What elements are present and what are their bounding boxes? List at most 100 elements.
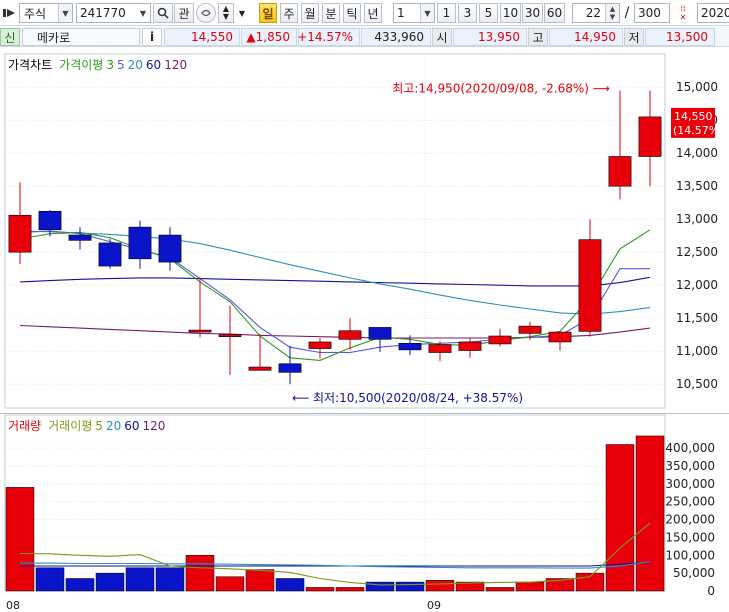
volume-bar <box>305 587 335 592</box>
volume-bar <box>245 569 275 592</box>
high-label: 고 <box>528 28 548 46</box>
vol-ma120-label: 120 <box>142 418 166 433</box>
volume-chart[interactable]: 400,000 350,000 300,000 250,000 200,000 150,0… <box>0 414 729 612</box>
price-tick-label: 10,500 <box>676 377 718 391</box>
volume-tick-label: 100,000 <box>665 548 715 562</box>
candle-body <box>308 341 332 349</box>
reset-button[interactable]: ⁞⁞ ✕ <box>673 3 693 23</box>
period-day-button[interactable]: 일 <box>259 3 277 23</box>
ma60-line <box>19 276 651 287</box>
low-annotation: ⟵ 최저:10,500(2020/08/24, +38.57%) <box>292 391 523 405</box>
price-panel[interactable]: 15,00014,50014,00013,50013,00012,50012,0… <box>0 52 729 412</box>
volume-bar <box>35 567 65 592</box>
candle-body <box>518 325 542 334</box>
trade-volume: 433,960 <box>361 28 431 46</box>
candle-body <box>128 226 152 260</box>
code-input[interactable]: 241770 ▼ <box>76 3 151 23</box>
total-input-value: 300 <box>638 6 661 20</box>
period-week-button[interactable]: 주 <box>280 3 298 23</box>
candle-body <box>188 329 212 333</box>
candle-body <box>398 342 422 351</box>
open-label: 시 <box>432 28 452 46</box>
period-label: 틱 <box>346 6 358 21</box>
unit-30-button[interactable]: 30 <box>522 3 543 23</box>
vol-ma20-line <box>20 561 651 569</box>
price-plot-frame <box>4 53 666 409</box>
info-button[interactable]: i <box>142 28 162 46</box>
candle-body <box>368 327 392 340</box>
reset-x-icon: ✕ <box>679 13 687 22</box>
volume-bar <box>515 581 545 592</box>
candle-body <box>218 334 242 337</box>
ma120-label: 120 <box>164 57 188 72</box>
vol-ma5-label: 5 <box>95 418 103 433</box>
link-icon <box>201 9 211 17</box>
arrow-right-icon[interactable] <box>2 3 18 23</box>
volume-tick-label: 150,000 <box>665 530 715 544</box>
count-separator: / <box>624 5 630 21</box>
volume-bar <box>485 587 515 592</box>
volume-ma-title: 거래이평 <box>48 419 93 433</box>
price-tick-label: 13,000 <box>676 212 718 226</box>
quote-bar: 신 메카로 i 14,550 ▲1,850 +14.57% 433,960 시 … <box>0 27 729 47</box>
link-button[interactable] <box>196 3 216 23</box>
price-tick-label: 13,500 <box>676 179 718 193</box>
candle-body <box>428 344 452 353</box>
date-input[interactable]: 2020, <box>697 3 729 23</box>
market-select-value: 주식 <box>24 6 47 21</box>
count-stepper[interactable]: ▲ ▼ <box>605 4 619 22</box>
chevron-down-icon[interactable]: ▼ <box>236 3 248 23</box>
unit-select[interactable]: 1 ▼ <box>393 3 435 23</box>
price-tick-label: 11,500 <box>676 311 718 325</box>
low-price: 13,500 <box>645 28 715 46</box>
unit-5-button[interactable]: 5 <box>479 3 498 23</box>
market-select[interactable]: 주식 ▼ <box>19 3 73 23</box>
price-chart[interactable]: 15,00014,50014,00013,50013,00012,50012,0… <box>0 52 729 412</box>
unit-label: 10 <box>502 6 519 20</box>
volume-bar <box>395 581 425 592</box>
price-tick-label: 11,000 <box>676 344 718 358</box>
unit-1-button[interactable]: 1 <box>437 3 456 23</box>
candle-body <box>608 156 632 187</box>
change-percent: +14.57% <box>297 28 360 46</box>
x-axis-label: 09 <box>427 599 441 612</box>
volume-bar <box>425 580 455 592</box>
volume-panel[interactable]: 400,000 350,000 300,000 250,000 200,000 150,0… <box>0 413 729 612</box>
open-price: 13,950 <box>453 28 527 46</box>
period-month-button[interactable]: 월 <box>301 3 319 23</box>
volume-tick-label: 300,000 <box>665 477 715 491</box>
volume-bar <box>155 567 185 592</box>
current-pct-tag-value: (14.57%) <box>673 124 724 137</box>
favorite-button[interactable]: 관 <box>174 3 194 23</box>
total-input[interactable]: 300 <box>634 3 670 23</box>
unit-10-button[interactable]: 10 <box>500 3 521 23</box>
chevron-down-icon: ▼ <box>609 13 616 21</box>
candle-body <box>338 330 362 340</box>
period-tick-button[interactable]: 틱 <box>343 3 361 23</box>
candle-body <box>158 234 182 263</box>
volume-bar <box>5 487 35 592</box>
period-label: 주 <box>283 6 295 21</box>
unit-60-button[interactable]: 60 <box>544 3 565 23</box>
search-button[interactable] <box>153 3 173 23</box>
unit-label: 60 <box>546 6 563 20</box>
price-tick-label: 15,000 <box>676 80 718 94</box>
period-label: 분 <box>325 6 337 21</box>
market-tag: 신 <box>0 28 20 46</box>
period-minute-button[interactable]: 분 <box>322 3 340 23</box>
count-input[interactable]: 22 ▲ ▼ <box>572 3 620 23</box>
volume-bar <box>575 572 605 592</box>
favorite-label: 관 <box>178 6 190 21</box>
stepper-button[interactable]: ▲ ▼ <box>218 3 234 23</box>
period-label: 월 <box>304 6 316 21</box>
volume-legend-title: 거래량 <box>8 419 42 433</box>
price-legend-title: 가격차트 <box>8 58 53 72</box>
price-legend: 가격차트 가격이평 3 5 20 60 120 <box>8 56 187 73</box>
period-year-button[interactable]: 년 <box>364 3 382 23</box>
candle-body <box>458 341 482 351</box>
vol-ma20-label: 20 <box>105 418 122 433</box>
unit-3-button[interactable]: 3 <box>458 3 477 23</box>
volume-tick-label: 0 <box>707 584 715 598</box>
chevron-up-icon: ▲ <box>609 5 616 13</box>
volume-legend: 거래량 거래이평 5 20 60 120 <box>8 417 165 434</box>
